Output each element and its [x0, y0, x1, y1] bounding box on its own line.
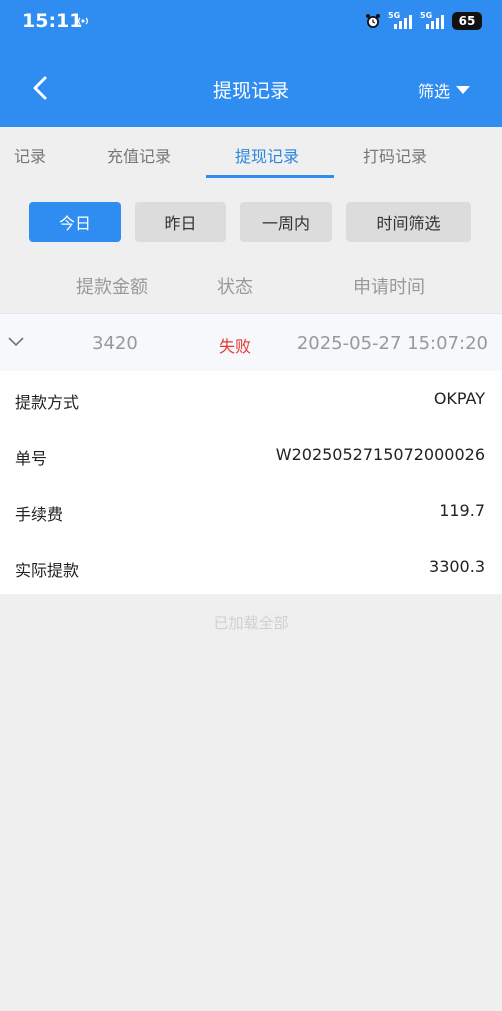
detail-label: 实际提款: [15, 561, 80, 580]
tab-withdrawal-records[interactable]: 提现记录: [235, 143, 299, 167]
filter-today-button[interactable]: 今日: [29, 202, 121, 242]
status-bar: 15:11 5G 5G 65: [0, 0, 502, 44]
signal-icon-2: 5G: [420, 11, 446, 31]
detail-row-actual-amount: 实际提款 3300.3: [0, 539, 502, 595]
network-label-2: 5G: [420, 11, 433, 20]
detail-row-method: 提款方式 OKPAY: [0, 371, 502, 427]
status-icons: 5G 5G 65: [364, 11, 482, 31]
filter-week-button[interactable]: 一周内: [240, 202, 332, 242]
hotspot-icon: [78, 17, 88, 25]
record-tabs: 记录 充值记录 提现记录 打码记录: [0, 127, 502, 181]
active-tab-indicator: [206, 175, 334, 178]
detail-value: OKPAY: [433, 389, 485, 408]
battery-indicator: 65: [452, 12, 482, 30]
tab-records[interactable]: 记录: [14, 143, 46, 167]
loaded-all-text: 已加载全部: [213, 614, 289, 632]
page: 15:11 5G 5G 65 提现记录 筛选 记录 充值记录 提现记录 打码记录…: [0, 0, 502, 1011]
filter-label: 筛选: [417, 82, 450, 101]
chevron-down-icon[interactable]: [8, 336, 24, 348]
signal-icon-1: 5G: [388, 11, 414, 31]
table-row[interactable]: 3420 失败 2025-05-27 15:07:20: [0, 313, 502, 371]
tab-deposit-records[interactable]: 充值记录: [107, 143, 171, 167]
record-details: 提款方式 OKPAY 单号 W2025052715072000026 手续费 1…: [0, 371, 502, 594]
column-header-status: 状态: [217, 277, 253, 298]
record-status: 失败: [219, 337, 252, 356]
detail-value: 119.7: [439, 501, 485, 520]
detail-label: 单号: [15, 449, 48, 468]
detail-row-order-number: 单号 W2025052715072000026: [0, 427, 502, 483]
detail-label: 提款方式: [15, 393, 80, 412]
app-header: 15:11 5G 5G 65 提现记录 筛选: [0, 0, 502, 127]
column-header-amount: 提款金额: [76, 277, 148, 298]
record-amount: 3420: [92, 333, 138, 354]
caret-down-icon: [456, 86, 470, 94]
alarm-icon: [366, 14, 380, 28]
detail-value: 3300.3: [429, 557, 485, 576]
network-label-1: 5G: [388, 11, 401, 20]
record-time: 2025-05-27 15:07:20: [296, 333, 488, 354]
status-time: 15:11: [22, 10, 83, 32]
tab-betting-records[interactable]: 打码记录: [363, 143, 427, 167]
filter-yesterday-button[interactable]: 昨日: [135, 202, 226, 242]
detail-label: 手续费: [15, 505, 64, 524]
detail-value: W2025052715072000026: [275, 445, 485, 464]
filter-button[interactable]: 筛选: [418, 78, 470, 102]
filter-time-range-button[interactable]: 时间筛选: [346, 202, 471, 242]
column-header-time: 申请时间: [353, 277, 425, 298]
detail-row-fee: 手续费 119.7: [0, 483, 502, 539]
